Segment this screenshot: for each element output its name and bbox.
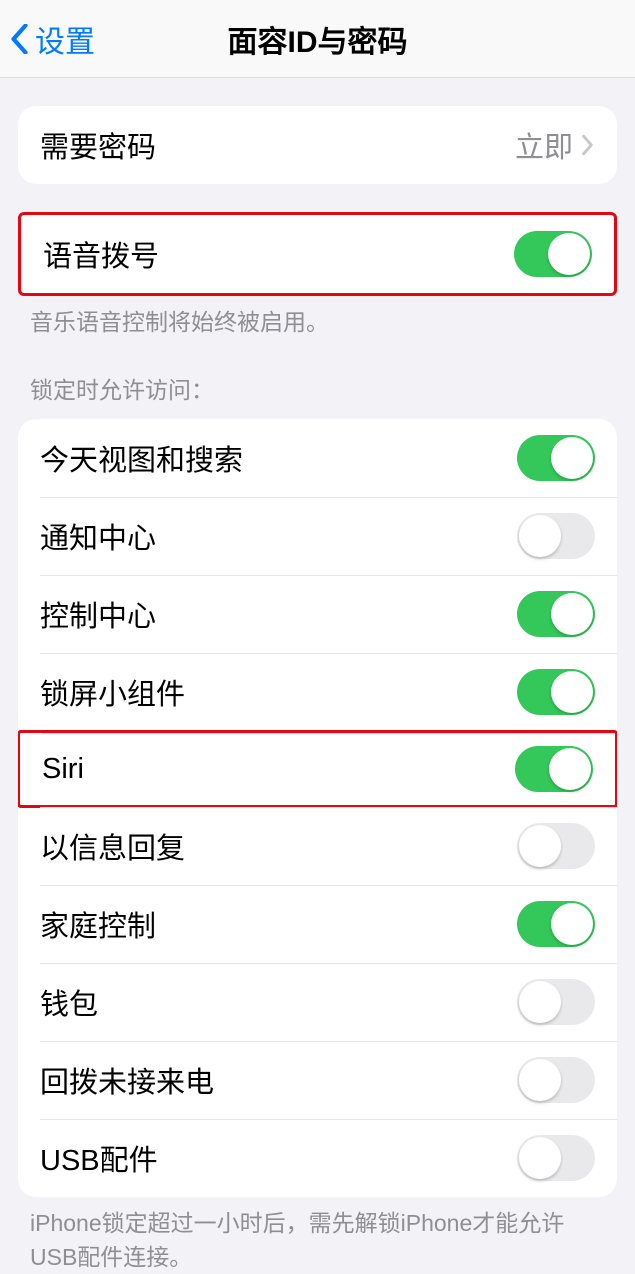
lock-item-toggle[interactable] (515, 746, 593, 792)
voice-dial-footer: 音乐语音控制将始终被启用。 (0, 296, 635, 339)
lock-item-toggle[interactable] (517, 669, 595, 715)
require-passcode-row[interactable]: 需要密码 立即 (18, 106, 617, 184)
row-label: 控制中心 (40, 593, 517, 635)
lock-item-row: 通知中心 (18, 497, 617, 575)
lock-item-row: 家庭控制 (18, 885, 617, 963)
lock-item-toggle[interactable] (517, 1057, 595, 1103)
lock-item-row: 以信息回复 (18, 807, 617, 885)
page-title: 面容ID与密码 (228, 17, 408, 61)
back-button[interactable]: 设置 (10, 17, 95, 61)
chevron-left-icon (10, 24, 29, 54)
lock-item-toggle[interactable] (517, 1135, 595, 1181)
row-label: 需要密码 (40, 124, 515, 166)
row-label: 家庭控制 (40, 903, 517, 945)
lock-item-row: Siri (18, 730, 617, 808)
row-value: 立即 (515, 124, 573, 166)
lock-item-row: 锁屏小组件 (18, 653, 617, 731)
lock-item-row: 今天视图和搜索 (18, 419, 617, 497)
passcode-group: 需要密码 立即 (18, 106, 617, 184)
row-label: 今天视图和搜索 (40, 437, 517, 479)
lock-item-toggle[interactable] (517, 823, 595, 869)
row-label: 通知中心 (40, 515, 517, 557)
lock-item-row: 控制中心 (18, 575, 617, 653)
lock-item-row: 钱包 (18, 963, 617, 1041)
voice-dial-group: 语音拨号 (18, 212, 617, 296)
voice-dial-toggle[interactable] (514, 231, 592, 277)
back-label: 设置 (35, 17, 95, 61)
row-label: 回拨未接来电 (40, 1059, 517, 1101)
row-label: Siri (42, 753, 515, 786)
lock-item-toggle[interactable] (517, 435, 595, 481)
chevron-right-icon (581, 134, 595, 156)
row-label: 以信息回复 (40, 825, 517, 867)
row-label: 钱包 (40, 981, 517, 1023)
row-label: 锁屏小组件 (40, 671, 517, 713)
lock-item-toggle[interactable] (517, 591, 595, 637)
row-label: 语音拨号 (43, 233, 514, 275)
lock-item-row: 回拨未接来电 (18, 1041, 617, 1119)
lock-item-toggle[interactable] (517, 979, 595, 1025)
nav-bar: 设置 面容ID与密码 (0, 0, 635, 78)
voice-dial-row: 语音拨号 (21, 215, 614, 293)
lock-item-row: USB配件 (18, 1119, 617, 1197)
row-label: USB配件 (40, 1137, 517, 1179)
lock-item-toggle[interactable] (517, 901, 595, 947)
usb-footer: iPhone锁定超过一小时后，需先解锁iPhone才能允许USB配件连接。 (0, 1197, 635, 1274)
lock-item-toggle[interactable] (517, 513, 595, 559)
lock-access-group: 今天视图和搜索通知中心控制中心锁屏小组件 Siri 以信息回复家庭控制钱包回拨未接来… (18, 419, 617, 1197)
lock-access-header: 锁定时允许访问： (0, 339, 635, 413)
